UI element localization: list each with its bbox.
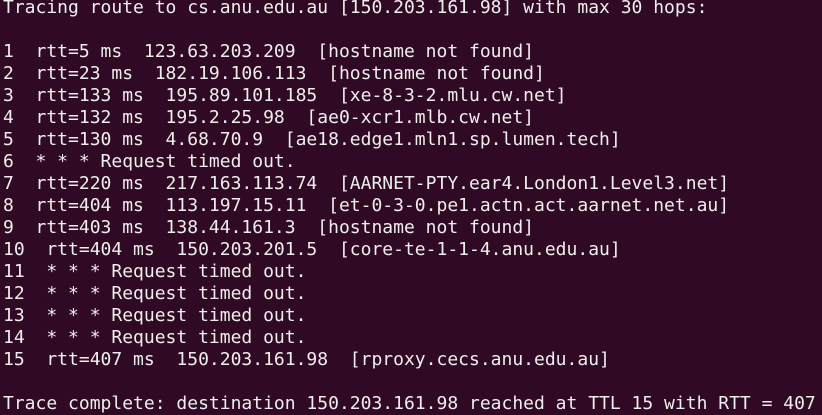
terminal-output: Tracing route to cs.anu.edu.au [150.203.… (3, 0, 822, 415)
hop-line: 7 rtt=220 ms 217.163.113.74 [AARNET-PTY.… (3, 173, 730, 194)
trace-summary-line: Trace complete: destination 150.203.161.… (3, 393, 822, 414)
hop-line: 12 * * * Request timed out. (3, 283, 307, 304)
hop-line: 13 * * * Request timed out. (3, 305, 307, 326)
hop-line (3, 371, 822, 393)
hop-line: 2 rtt=23 ms 182.19.106.113 [hostname not… (3, 63, 545, 84)
hop-line: 15 rtt=407 ms 150.203.161.98 [rproxy.cec… (3, 349, 610, 370)
hop-line: 5 rtt=130 ms 4.68.70.9 [ae18.edge1.mln1.… (3, 129, 621, 150)
hop-line: 10 rtt=404 ms 150.203.201.5 [core-te-1-1… (3, 239, 621, 260)
hop-line (3, 19, 822, 41)
terminal-window[interactable]: Tracing route to cs.anu.edu.au [150.203.… (0, 0, 822, 415)
trace-header-line: Tracing route to cs.anu.edu.au [150.203.… (3, 0, 708, 18)
hop-line: 8 rtt=404 ms 113.197.15.11 [et-0-3-0.pe1… (3, 195, 730, 216)
hop-line: 11 * * * Request timed out. (3, 261, 307, 282)
hop-line: 9 rtt=403 ms 138.44.161.3 [hostname not … (3, 217, 535, 238)
hop-line: 6 * * * Request timed out. (3, 151, 296, 172)
hop-line: 4 rtt=132 ms 195.2.25.98 [ae0-xcr1.mlb.c… (3, 107, 535, 128)
hop-line: 3 rtt=133 ms 195.89.101.185 [xe-8-3-2.ml… (3, 85, 567, 106)
hop-line: 14 * * * Request timed out. (3, 327, 307, 348)
hop-line: 1 rtt=5 ms 123.63.203.209 [hostname not … (3, 41, 535, 62)
